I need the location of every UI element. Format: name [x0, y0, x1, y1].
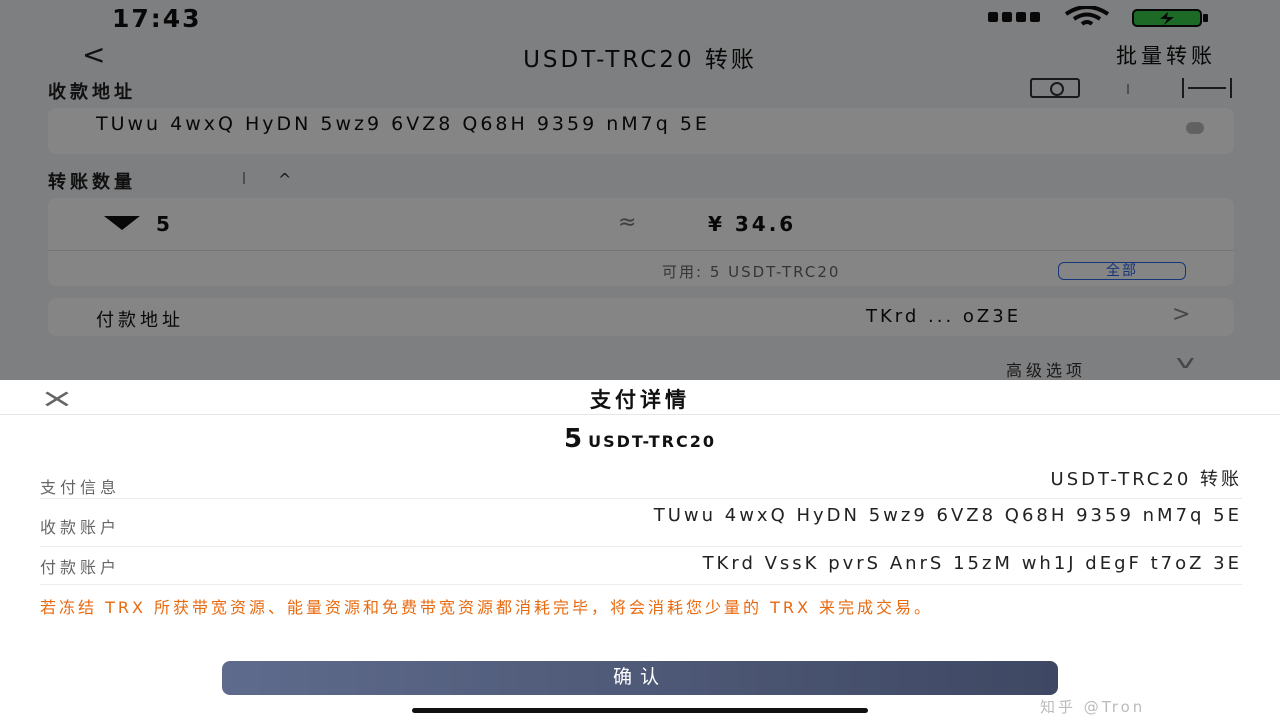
recipient-account-label: 收款账户 — [40, 518, 121, 537]
batch-transfer-link[interactable]: 批量转账 — [1116, 40, 1216, 70]
page-title: USDT-TRC20 转账 — [523, 47, 757, 73]
payment-info-value: USDT-TRC20 转账 — [1050, 469, 1242, 490]
payment-currency: USDT-TRC20 — [588, 432, 716, 451]
trx-icon — [104, 216, 140, 230]
fiat-value: ¥ 34.6 — [708, 212, 797, 236]
amount-input[interactable]: 5 — [156, 212, 170, 236]
payment-amount: 5 USDT-TRC20 — [0, 424, 1280, 454]
payer-address-row[interactable]: 付款地址 TKrd ... oZ3E > — [48, 298, 1234, 336]
wifi-icon — [1064, 6, 1110, 26]
payment-info-label: 支付信息 — [40, 478, 121, 497]
approx-icon: ≈ — [618, 210, 637, 235]
recipient-account-value: TUwu 4wxQ HyDN 5wz9 6VZ8 Q68H 9359 nM7q … — [653, 505, 1242, 526]
recipient-label: 收款地址 — [48, 82, 136, 103]
recipient-address-value: TUwu 4wxQ HyDN 5wz9 6VZ8 Q68H 9359 nM7q … — [96, 113, 710, 135]
divider — [48, 250, 1234, 251]
chevron-right-icon: > — [1172, 302, 1191, 327]
scan-icon[interactable] — [1182, 78, 1232, 98]
fee-warning: 若冻结 TRX 所获带宽资源、能量资源和免费带宽资源都消耗完毕，将会消耗您少量的… — [40, 598, 934, 617]
sheet-title: 支付详情 — [590, 388, 690, 412]
info-arrow-icon[interactable]: ^ — [278, 170, 291, 189]
recipient-address-field[interactable]: TUwu 4wxQ HyDN 5wz9 6VZ8 Q68H 9359 nM7q … — [48, 108, 1234, 154]
contacts-icon[interactable] — [1030, 78, 1080, 98]
home-indicator[interactable] — [412, 708, 868, 713]
amount-card: 5 ≈ ¥ 34.6 可用: 5 USDT-TRC20 全部 — [48, 198, 1234, 286]
icon-divider — [1127, 84, 1129, 94]
advanced-options[interactable]: 高级选项 — [1006, 357, 1086, 381]
divider — [0, 414, 1280, 415]
divider — [40, 546, 1242, 547]
divider — [40, 498, 1242, 499]
status-time: 17:43 — [112, 4, 202, 33]
transfer-screen: 17:43 < USDT-TRC20 转账 批量转账 收款地址 TUwu 4wx… — [0, 0, 1280, 380]
payer-account-value: TKrd VssK pvrS AnrS 15zM wh1J dEgF t7oZ … — [702, 553, 1242, 574]
available-balance: 可用: 5 USDT-TRC20 — [662, 263, 841, 281]
label-divider — [243, 172, 245, 184]
clear-icon[interactable] — [1186, 122, 1204, 134]
payment-amount-value: 5 — [564, 424, 583, 454]
chevron-down-icon[interactable]: v — [1176, 352, 1195, 373]
status-bar: 17:43 — [0, 0, 1280, 36]
cellular-signal-icon — [988, 12, 1040, 24]
payer-label: 付款地址 — [96, 310, 184, 331]
confirm-button[interactable]: 确认 — [222, 661, 1058, 695]
amount-label: 转账数量 — [48, 172, 136, 193]
payer-value: TKrd ... oZ3E — [866, 306, 1022, 327]
battery-icon — [1132, 9, 1208, 27]
all-button[interactable]: 全部 — [1058, 262, 1186, 280]
payment-detail-sheet: × 支付详情 5 USDT-TRC20 支付信息 USDT-TRC20 转账 收款… — [0, 380, 1280, 720]
payer-account-label: 付款账户 — [40, 558, 121, 577]
divider — [40, 584, 1242, 585]
watermark: 知乎 @Tron — [1040, 698, 1146, 716]
nav-bar: < USDT-TRC20 转账 批量转账 — [0, 36, 1280, 73]
